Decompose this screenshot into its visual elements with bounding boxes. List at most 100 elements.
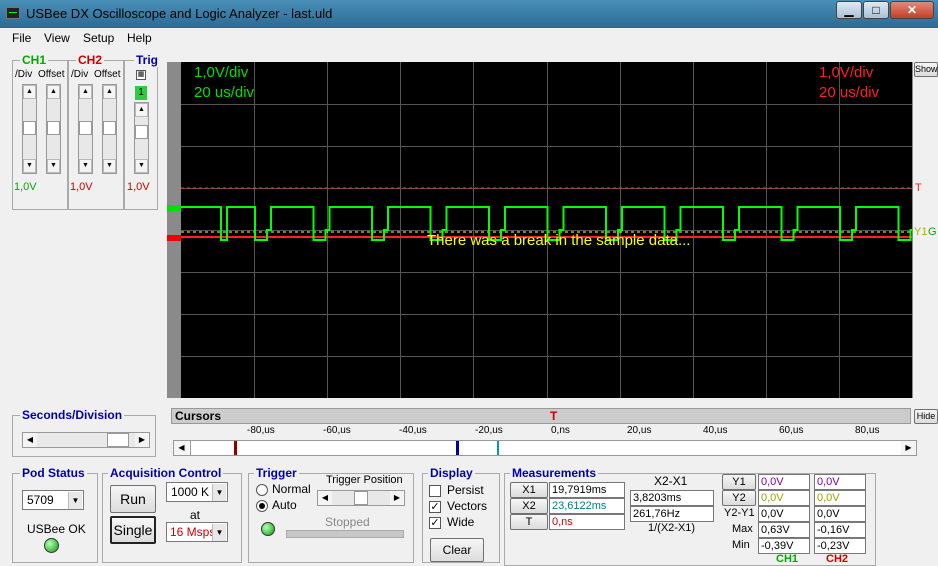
menu-help[interactable]: Help <box>127 31 152 45</box>
ch1-offset-scrollbar[interactable]: ▲ ▼ <box>46 84 61 174</box>
pod-select[interactable]: 5709 ▼ <box>22 490 84 510</box>
min-label: Min <box>732 539 750 551</box>
cursor-tick-label: 40,us <box>703 425 728 436</box>
wide-checkbox[interactable]: ✓ <box>429 517 441 529</box>
pod-status-text: USBee OK <box>27 522 86 536</box>
ch1-offset-label: Offset <box>38 69 65 80</box>
ground-marker: G <box>928 226 937 238</box>
cursor-tick-label: -80,us <box>247 425 275 436</box>
trig-value: 1,0V <box>127 181 150 193</box>
clear-button[interactable]: Clear <box>430 538 484 562</box>
x1-button[interactable]: X1 <box>510 482 548 498</box>
display-label: Display <box>428 466 475 480</box>
t-value: 0,ns <box>549 514 625 530</box>
cursors-label: Cursors <box>175 409 222 423</box>
menu-bar: File View Setup Help <box>0 28 938 48</box>
persist-checkbox[interactable] <box>429 485 441 497</box>
single-button[interactable]: Single <box>110 516 156 544</box>
ch1-time-div: 20 us/div <box>194 84 255 101</box>
normal-radio[interactable] <box>256 484 268 496</box>
t-button[interactable]: T <box>510 514 548 530</box>
trig-label: Trig <box>134 53 161 67</box>
min-ch1-value: -0,39V <box>758 538 810 554</box>
cursors-bar <box>171 408 911 424</box>
trigger-led-icon <box>261 522 275 536</box>
menu-view[interactable]: View <box>44 31 70 45</box>
menu-file[interactable]: File <box>12 31 31 45</box>
y2-ch2-value: 0,0V <box>814 490 866 506</box>
vectors-checkbox[interactable]: ✓ <box>429 501 441 513</box>
dx-label: X2-X1 <box>654 474 688 488</box>
auto-label: Auto <box>272 498 297 512</box>
rate-value: 16 Msps <box>170 525 216 539</box>
meas-ch1-label: CH1 <box>776 553 799 565</box>
max-ch1-value: 0,63V <box>758 522 810 538</box>
maximize-button[interactable]: □ <box>863 1 889 19</box>
trig-level-scrollbar[interactable]: ▲ ▼ <box>134 102 149 174</box>
seconds-division-label: Seconds/Division <box>20 408 125 422</box>
x2-value: 23,6122ms <box>549 498 625 514</box>
chevron-down-icon[interactable]: ▼ <box>68 492 82 509</box>
pod-id: 5709 <box>27 493 54 507</box>
samples-select[interactable]: 1000 K ▼ <box>166 482 228 502</box>
ch1-level-marker[interactable] <box>167 205 181 211</box>
y1-ch2-value: 0,0V <box>814 474 866 490</box>
scope-grid <box>181 62 929 398</box>
y2-button[interactable]: Y2 <box>722 490 756 506</box>
trigger-progress-bar <box>286 530 404 538</box>
chevron-down-icon[interactable]: ▼ <box>212 524 226 541</box>
ch2-volts-div: 1,0V/div <box>819 64 874 81</box>
trig-level-indicator: 1 <box>135 86 147 100</box>
dx-value: 3,8203ms <box>630 490 714 506</box>
y1-marker: Y1 <box>914 226 928 238</box>
persist-label: Persist <box>447 483 484 497</box>
acquisition-label: Acquisition Control <box>108 466 224 480</box>
pod-status-label: Pod Status <box>20 466 87 480</box>
close-button[interactable]: ✕ <box>890 1 934 19</box>
x2-cursor-handle[interactable] <box>456 441 459 455</box>
y1-button[interactable]: Y1 <box>722 474 756 490</box>
trigger-position-label: Trigger Position <box>326 474 403 486</box>
y2-y1-label: Y2-Y1 <box>724 507 755 519</box>
x1-cursor-handle[interactable] <box>234 441 237 455</box>
y2-ch1-value: 0,0V <box>758 490 810 506</box>
trigger-position-scrollbar[interactable]: ◀ ▶ <box>317 490 405 506</box>
ch1-volts-scrollbar[interactable]: ▲ ▼ <box>22 84 37 174</box>
hide-button[interactable]: Hide <box>914 409 938 424</box>
freq-label: 1/(X2-X1) <box>648 522 696 534</box>
trigger-cursor-handle[interactable] <box>497 441 499 455</box>
cursor-scrollbar[interactable]: ◀ ▶ <box>173 440 917 456</box>
trigger-label: Trigger <box>254 466 299 480</box>
menu-setup[interactable]: Setup <box>83 31 114 45</box>
ch2-offset-scrollbar[interactable]: ▲ ▼ <box>102 84 117 174</box>
trigger-state: Stopped <box>325 515 370 529</box>
measurements-label: Measurements <box>510 466 599 480</box>
vectors-label: Vectors <box>447 499 488 513</box>
ch2-volts-scrollbar[interactable]: ▲ ▼ <box>78 84 93 174</box>
window-title: USBee DX Oscilloscope and Logic Analyzer… <box>26 6 333 21</box>
cursor-time-axis: -80,us -60,us -40,us -20,us 0,ns 20,us 40,us 60… <box>171 425 911 439</box>
x2-button[interactable]: X2 <box>510 498 548 514</box>
max-label: Max <box>732 523 753 535</box>
scope-screen[interactable]: 1,0V/div 20 us/div 1,0V/div 20 us/div Th… <box>181 62 929 398</box>
seconds-division-scrollbar[interactable]: ◀ ▶ <box>22 432 150 448</box>
show-button[interactable]: Show <box>914 62 938 77</box>
ch2-label: CH2 <box>76 53 105 67</box>
y2-y1-ch2-value: 0,0V <box>814 506 866 522</box>
minimize-button[interactable]: ▁ <box>836 1 862 19</box>
auto-radio[interactable] <box>256 500 268 512</box>
ch2-value: 1,0V <box>70 181 93 193</box>
rate-select[interactable]: 16 Msps ▼ <box>166 522 228 542</box>
ch2-level-marker[interactable] <box>167 235 181 241</box>
cursor-tick-label: -40,us <box>399 425 427 436</box>
status-led-icon <box>44 538 59 553</box>
break-message: There was a break in the sample data... <box>427 232 691 249</box>
chevron-down-icon[interactable]: ▼ <box>212 484 226 501</box>
ch2-div-label: /Div <box>71 69 89 80</box>
run-button[interactable]: Run <box>110 485 156 513</box>
meas-ch2-label: CH2 <box>826 553 849 565</box>
max-ch2-value: -0,16V <box>814 522 866 538</box>
cursor-tick-label: 20,us <box>627 425 652 436</box>
trig-source-icon[interactable]: ▦ <box>136 70 146 80</box>
normal-label: Normal <box>272 482 311 496</box>
